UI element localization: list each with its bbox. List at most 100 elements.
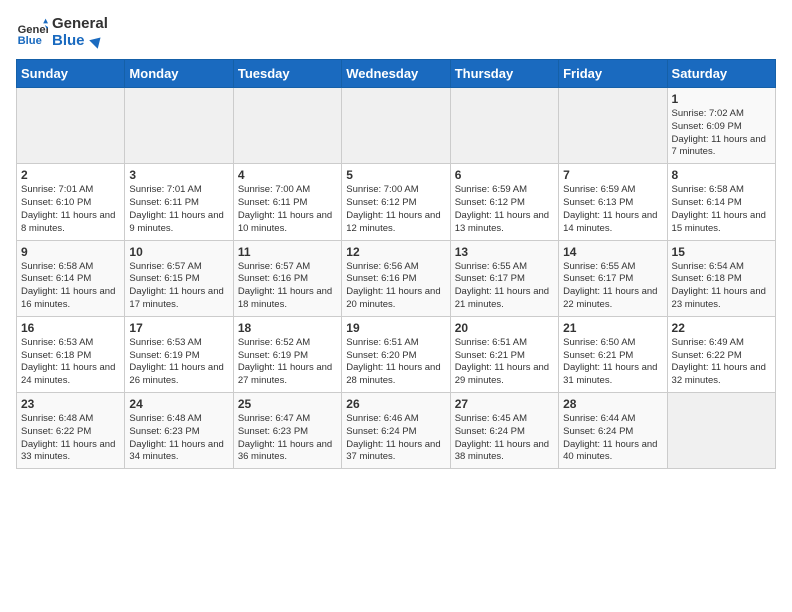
day-info: Sunrise: 6:50 AM Sunset: 6:21 PM Dayligh…: [563, 337, 662, 388]
calendar-table: SundayMondayTuesdayWednesdayThursdayFrid…: [16, 59, 776, 469]
weekday-header-friday: Friday: [559, 60, 667, 88]
day-number: 10: [129, 245, 228, 259]
day-info: Sunrise: 6:58 AM Sunset: 6:14 PM Dayligh…: [672, 184, 771, 235]
calendar-cell: 7 Sunrise: 6:59 AM Sunset: 6:13 PM Daylig…: [559, 164, 667, 240]
calendar-cell: 22 Sunrise: 6:49 AM Sunset: 6:22 PM Dayli…: [667, 316, 775, 392]
weekday-header-monday: Monday: [125, 60, 233, 88]
svg-text:Blue: Blue: [18, 35, 42, 47]
day-info: Sunrise: 6:52 AM Sunset: 6:19 PM Dayligh…: [238, 337, 337, 388]
day-info: Sunrise: 6:48 AM Sunset: 6:22 PM Dayligh…: [21, 413, 120, 464]
day-info: Sunrise: 6:48 AM Sunset: 6:23 PM Dayligh…: [129, 413, 228, 464]
day-info: Sunrise: 6:59 AM Sunset: 6:13 PM Dayligh…: [563, 184, 662, 235]
day-number: 15: [672, 245, 771, 259]
calendar-cell: 20 Sunrise: 6:51 AM Sunset: 6:21 PM Dayli…: [450, 316, 558, 392]
calendar-week-1: 1 Sunrise: 7:02 AM Sunset: 6:09 PM Daylig…: [17, 88, 776, 164]
day-info: Sunrise: 6:56 AM Sunset: 6:16 PM Dayligh…: [346, 261, 445, 312]
day-info: Sunrise: 6:58 AM Sunset: 6:14 PM Dayligh…: [21, 261, 120, 312]
day-number: 25: [238, 397, 337, 411]
day-info: Sunrise: 6:46 AM Sunset: 6:24 PM Dayligh…: [346, 413, 445, 464]
calendar-cell: 12 Sunrise: 6:56 AM Sunset: 6:16 PM Dayli…: [342, 240, 450, 316]
day-number: 16: [21, 321, 120, 335]
calendar-cell: 16 Sunrise: 6:53 AM Sunset: 6:18 PM Dayli…: [17, 316, 125, 392]
day-number: 3: [129, 168, 228, 182]
day-info: Sunrise: 7:00 AM Sunset: 6:11 PM Dayligh…: [238, 184, 337, 235]
day-number: 22: [672, 321, 771, 335]
day-number: 17: [129, 321, 228, 335]
day-info: Sunrise: 6:55 AM Sunset: 6:17 PM Dayligh…: [563, 261, 662, 312]
calendar-cell: 4Sunrise: 7:00 AM Sunset: 6:11 PM Daylig…: [233, 164, 341, 240]
day-number: 28: [563, 397, 662, 411]
day-info: Sunrise: 6:57 AM Sunset: 6:16 PM Dayligh…: [238, 261, 337, 312]
day-number: 12: [346, 245, 445, 259]
page-header: General Blue General Blue: [16, 16, 776, 49]
day-info: Sunrise: 6:45 AM Sunset: 6:24 PM Dayligh…: [455, 413, 554, 464]
day-info: Sunrise: 6:49 AM Sunset: 6:22 PM Dayligh…: [672, 337, 771, 388]
day-number: 8: [672, 168, 771, 182]
day-number: 20: [455, 321, 554, 335]
day-info: Sunrise: 6:54 AM Sunset: 6:18 PM Dayligh…: [672, 261, 771, 312]
day-number: 7: [563, 168, 662, 182]
logo-icon: General Blue: [16, 17, 48, 49]
calendar-cell: 19Sunrise: 6:51 AM Sunset: 6:20 PM Dayli…: [342, 316, 450, 392]
calendar-week-2: 2Sunrise: 7:01 AM Sunset: 6:10 PM Daylig…: [17, 164, 776, 240]
calendar-cell: 24Sunrise: 6:48 AM Sunset: 6:23 PM Dayli…: [125, 393, 233, 469]
calendar-cell: 17 Sunrise: 6:53 AM Sunset: 6:19 PM Dayli…: [125, 316, 233, 392]
day-number: 26: [346, 397, 445, 411]
calendar-cell: 28 Sunrise: 6:44 AM Sunset: 6:24 PM Dayli…: [559, 393, 667, 469]
day-info: Sunrise: 6:55 AM Sunset: 6:17 PM Dayligh…: [455, 261, 554, 312]
day-number: 11: [238, 245, 337, 259]
day-info: Sunrise: 6:53 AM Sunset: 6:19 PM Dayligh…: [129, 337, 228, 388]
day-number: 18: [238, 321, 337, 335]
calendar-cell: 1 Sunrise: 7:02 AM Sunset: 6:09 PM Daylig…: [667, 88, 775, 164]
calendar-cell: [667, 393, 775, 469]
calendar-cell: 26 Sunrise: 6:46 AM Sunset: 6:24 PM Dayli…: [342, 393, 450, 469]
day-info: Sunrise: 6:44 AM Sunset: 6:24 PM Dayligh…: [563, 413, 662, 464]
logo-general: General: [52, 16, 108, 33]
calendar-week-4: 16 Sunrise: 6:53 AM Sunset: 6:18 PM Dayli…: [17, 316, 776, 392]
calendar-cell: 15 Sunrise: 6:54 AM Sunset: 6:18 PM Dayli…: [667, 240, 775, 316]
svg-text:General: General: [18, 24, 48, 36]
calendar-cell: 8 Sunrise: 6:58 AM Sunset: 6:14 PM Daylig…: [667, 164, 775, 240]
calendar-cell: 27 Sunrise: 6:45 AM Sunset: 6:24 PM Dayli…: [450, 393, 558, 469]
day-number: 2: [21, 168, 120, 182]
calendar-cell: [233, 88, 341, 164]
day-info: Sunrise: 6:51 AM Sunset: 6:21 PM Dayligh…: [455, 337, 554, 388]
calendar-cell: 11 Sunrise: 6:57 AM Sunset: 6:16 PM Dayli…: [233, 240, 341, 316]
calendar-cell: [450, 88, 558, 164]
calendar-cell: [342, 88, 450, 164]
calendar-cell: 23Sunrise: 6:48 AM Sunset: 6:22 PM Dayli…: [17, 393, 125, 469]
weekday-header-saturday: Saturday: [667, 60, 775, 88]
day-info: Sunrise: 6:57 AM Sunset: 6:15 PM Dayligh…: [129, 261, 228, 312]
weekday-header-sunday: Sunday: [17, 60, 125, 88]
calendar-cell: 6Sunrise: 6:59 AM Sunset: 6:12 PM Daylig…: [450, 164, 558, 240]
calendar-cell: [559, 88, 667, 164]
calendar-cell: 3 Sunrise: 7:01 AM Sunset: 6:11 PM Daylig…: [125, 164, 233, 240]
calendar-cell: 18 Sunrise: 6:52 AM Sunset: 6:19 PM Dayli…: [233, 316, 341, 392]
calendar-body: 1 Sunrise: 7:02 AM Sunset: 6:09 PM Daylig…: [17, 88, 776, 469]
calendar-cell: 9Sunrise: 6:58 AM Sunset: 6:14 PM Daylig…: [17, 240, 125, 316]
logo-blue: Blue: [52, 33, 108, 50]
day-number: 14: [563, 245, 662, 259]
weekday-header-row: SundayMondayTuesdayWednesdayThursdayFrid…: [17, 60, 776, 88]
day-info: Sunrise: 7:02 AM Sunset: 6:09 PM Dayligh…: [672, 108, 771, 159]
day-number: 5: [346, 168, 445, 182]
calendar-cell: 21 Sunrise: 6:50 AM Sunset: 6:21 PM Dayli…: [559, 316, 667, 392]
day-number: 27: [455, 397, 554, 411]
calendar-cell: 14 Sunrise: 6:55 AM Sunset: 6:17 PM Dayli…: [559, 240, 667, 316]
calendar-cell: 5 Sunrise: 7:00 AM Sunset: 6:12 PM Daylig…: [342, 164, 450, 240]
calendar-cell: 10 Sunrise: 6:57 AM Sunset: 6:15 PM Dayli…: [125, 240, 233, 316]
day-info: Sunrise: 6:53 AM Sunset: 6:18 PM Dayligh…: [21, 337, 120, 388]
day-number: 21: [563, 321, 662, 335]
day-info: Sunrise: 6:59 AM Sunset: 6:12 PM Dayligh…: [455, 184, 554, 235]
logo: General Blue General Blue: [16, 16, 108, 49]
calendar-cell: 2Sunrise: 7:01 AM Sunset: 6:10 PM Daylig…: [17, 164, 125, 240]
weekday-header-tuesday: Tuesday: [233, 60, 341, 88]
day-info: Sunrise: 7:01 AM Sunset: 6:11 PM Dayligh…: [129, 184, 228, 235]
day-number: 19: [346, 321, 445, 335]
day-info: Sunrise: 6:47 AM Sunset: 6:23 PM Dayligh…: [238, 413, 337, 464]
day-info: Sunrise: 7:00 AM Sunset: 6:12 PM Dayligh…: [346, 184, 445, 235]
calendar-cell: 13 Sunrise: 6:55 AM Sunset: 6:17 PM Dayli…: [450, 240, 558, 316]
day-number: 13: [455, 245, 554, 259]
calendar-cell: [125, 88, 233, 164]
day-number: 1: [672, 92, 771, 106]
